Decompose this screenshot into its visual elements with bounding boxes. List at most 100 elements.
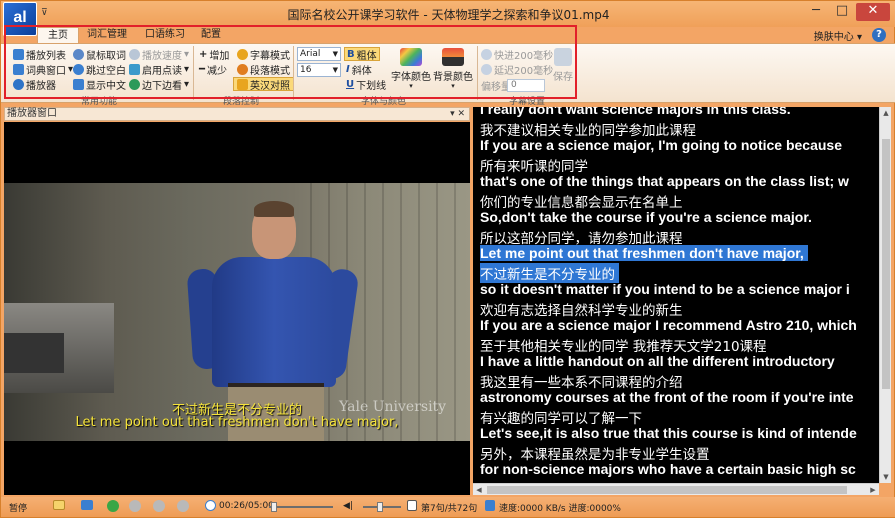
scrollbar-thumb[interactable] [487,486,847,494]
skip-icon [73,63,84,75]
minimize-button[interactable]: ─ [804,3,828,21]
enable-point-read-button[interactable]: 启用点读 ▾ [129,62,189,77]
video-area[interactable]: Yale University 不过新生是不分专业的 Let me point … [4,122,470,495]
screen-icon[interactable] [81,500,93,513]
transcript-line[interactable]: 所以这部分同学，请勿参加此课程 [480,227,683,247]
tab-config[interactable]: 配置 [191,27,231,43]
bold-button[interactable]: B 粗体 [344,47,380,62]
transcript-line-selected[interactable]: 不过新生是不分专业的 [480,263,619,283]
panel-controls[interactable]: ▾ ✕ [450,108,465,120]
transcript-line[interactable]: If you are a science major, I'm going to… [480,137,842,153]
paragraph-mode-button[interactable]: 段落模式 [237,62,290,77]
progress-slider[interactable] [269,506,333,508]
tab-home[interactable]: 主页 [37,27,79,43]
increase-button[interactable]: + 增加 [199,47,229,62]
transcript-line[interactable]: 至于其他相关专业的同学 我推荐天文学210课程 [480,335,767,355]
transcript-line[interactable]: 我不建议相关专业的同学参加此课程 [480,119,696,139]
transcript-line[interactable]: Let's see,it is also true that this cour… [480,425,857,441]
playback-speed-button[interactable]: 播放速度 ▾ [129,47,189,62]
clock-icon [205,500,216,511]
italic-button[interactable]: I 斜体 [346,62,372,77]
transcript-line[interactable]: I really don't want science majors in th… [480,107,791,117]
transcript-vertical-scrollbar[interactable]: ▲ ▼ [879,107,891,483]
transcript-line[interactable]: So,don't take the course if you're a sci… [480,209,812,225]
palette-icon [400,48,422,66]
transcript-line[interactable]: 有兴趣的同学可以了解一下 [480,407,642,427]
delay-200ms-button[interactable]: 延迟200毫秒 [481,62,553,77]
transcript-line[interactable]: 欢迎有志选择自然科学专业的新生 [480,299,683,319]
tab-vocabulary[interactable]: 词汇管理 [77,27,137,43]
tab-speaking[interactable]: 口语练习 [135,27,195,43]
group-divider [477,46,478,100]
player-window-header: 播放器窗口 ▾ ✕ [4,107,470,121]
scrollbar-thumb[interactable] [882,139,890,389]
scroll-right-icon[interactable]: ▶ [867,484,879,496]
italic-icon: I [346,63,350,75]
transcript-line[interactable]: 我这里有一些本系不同课程的介绍 [480,371,683,391]
transcript-line[interactable]: for non-science majors who have a certai… [480,461,856,477]
save-icon [554,48,572,66]
transcript-line[interactable]: that's one of the things that appears on… [480,173,849,189]
next-icon[interactable] [177,500,189,512]
ribbon-panel: 播放列表 词典窗口 ▾ 播放器 鼠标取词 跳过空白 显示中文 播放速度 ▾ 启用点读… [1,43,895,107]
transcript-line[interactable]: 你们的专业信息都会显示在名单上 [480,191,683,211]
mouse-icon [73,48,84,60]
help-icon[interactable]: ? [872,28,886,42]
transcript-line[interactable]: If you are a science major I recommend A… [480,317,857,333]
font-size-select[interactable]: 16 ▼ [297,63,341,77]
save-button[interactable]: 保存 [549,48,577,83]
ribbon-tabs: 主页 词汇管理 口语练习 配置 [1,27,895,43]
speed-icon [129,48,140,60]
dictionary-window-button[interactable]: 词典窗口 ▾ [13,62,73,77]
group-label-paragraph: 段落控制 [223,97,260,107]
group-divider [193,46,194,100]
transcript-line[interactable]: astronomy courses at the front of the ro… [480,389,854,405]
playlist-icon [13,48,24,60]
bilingual-icon [237,78,248,90]
bilingual-button[interactable]: 英汉对照 [233,77,294,92]
subtitle-english: Let me point out that freshmen don't hav… [75,415,399,430]
underline-button[interactable]: U 下划线 [346,77,386,92]
volume-icon[interactable]: ◀| [343,501,353,511]
background-color-button[interactable]: 背景颜色 ▾ [431,48,475,90]
stop-icon[interactable] [129,500,141,512]
skip-blank-button[interactable]: 跳过空白 [73,62,126,77]
previous-icon[interactable] [153,500,165,512]
font-color-button[interactable]: 字体颜色 ▾ [389,48,433,90]
progress-slider-knob[interactable] [271,502,277,512]
player-button[interactable]: 播放器 [13,77,56,92]
transcript-line[interactable]: 另外，本课程虽然是为非专业学生设置 [480,443,710,463]
font-name-select[interactable]: Arial ▼ [297,47,341,61]
scroll-up-icon[interactable]: ▲ [880,107,892,119]
folder-icon[interactable] [53,500,65,513]
playlist-button[interactable]: 播放列表 [13,47,66,62]
subtitle-mode-button[interactable]: 字幕模式 [237,47,290,62]
scroll-down-icon[interactable]: ▼ [880,471,892,483]
mouse-lookup-button[interactable]: 鼠标取词 [73,47,126,62]
transcript-line[interactable]: I have a little handout on all the diffe… [480,353,835,369]
skin-center-link[interactable]: 换肤中心 ▾ [814,28,862,43]
transcript-line[interactable]: 所有来听课的同学 [480,155,588,175]
transcript-panel[interactable]: I really don't want science majors in th… [473,107,879,483]
transcript-line[interactable]: so it doesn't matter if you intend to be… [480,281,850,297]
close-button[interactable]: ✕ [856,3,890,21]
play-icon[interactable] [107,500,119,512]
show-chinese-button[interactable]: 显示中文 [73,77,126,92]
paragraph-mode-icon [237,63,248,75]
watch-while-download-button[interactable]: 边下边看 ▾ [129,77,189,92]
app-logo[interactable]: al [3,2,37,36]
decrease-button[interactable]: ━ 减少 [199,62,227,77]
point-read-icon [129,63,140,75]
playback-state-button[interactable]: 暂停 [9,501,27,514]
transcript-horizontal-scrollbar[interactable]: ◀ ▶ [473,483,879,495]
transcript-line-selected[interactable]: Let me point out that freshmen don't hav… [480,245,808,261]
group-label-subtitle: 字幕设置 [509,97,546,107]
volume-slider-knob[interactable] [377,502,383,512]
underline-icon: U [346,78,355,90]
playback-time: 00:26/05:00 [219,501,274,511]
offset-input[interactable]: 0 [507,79,545,92]
scroll-left-icon[interactable]: ◀ [473,484,485,496]
maximize-button[interactable]: □ [830,3,854,21]
fast-forward-200ms-button[interactable]: 快进200毫秒 [481,47,553,62]
title-bar: al ⊽ 国际名校公开课学习软件 - 天体物理学之探索和争议01.mp4 ─ □… [1,1,895,36]
